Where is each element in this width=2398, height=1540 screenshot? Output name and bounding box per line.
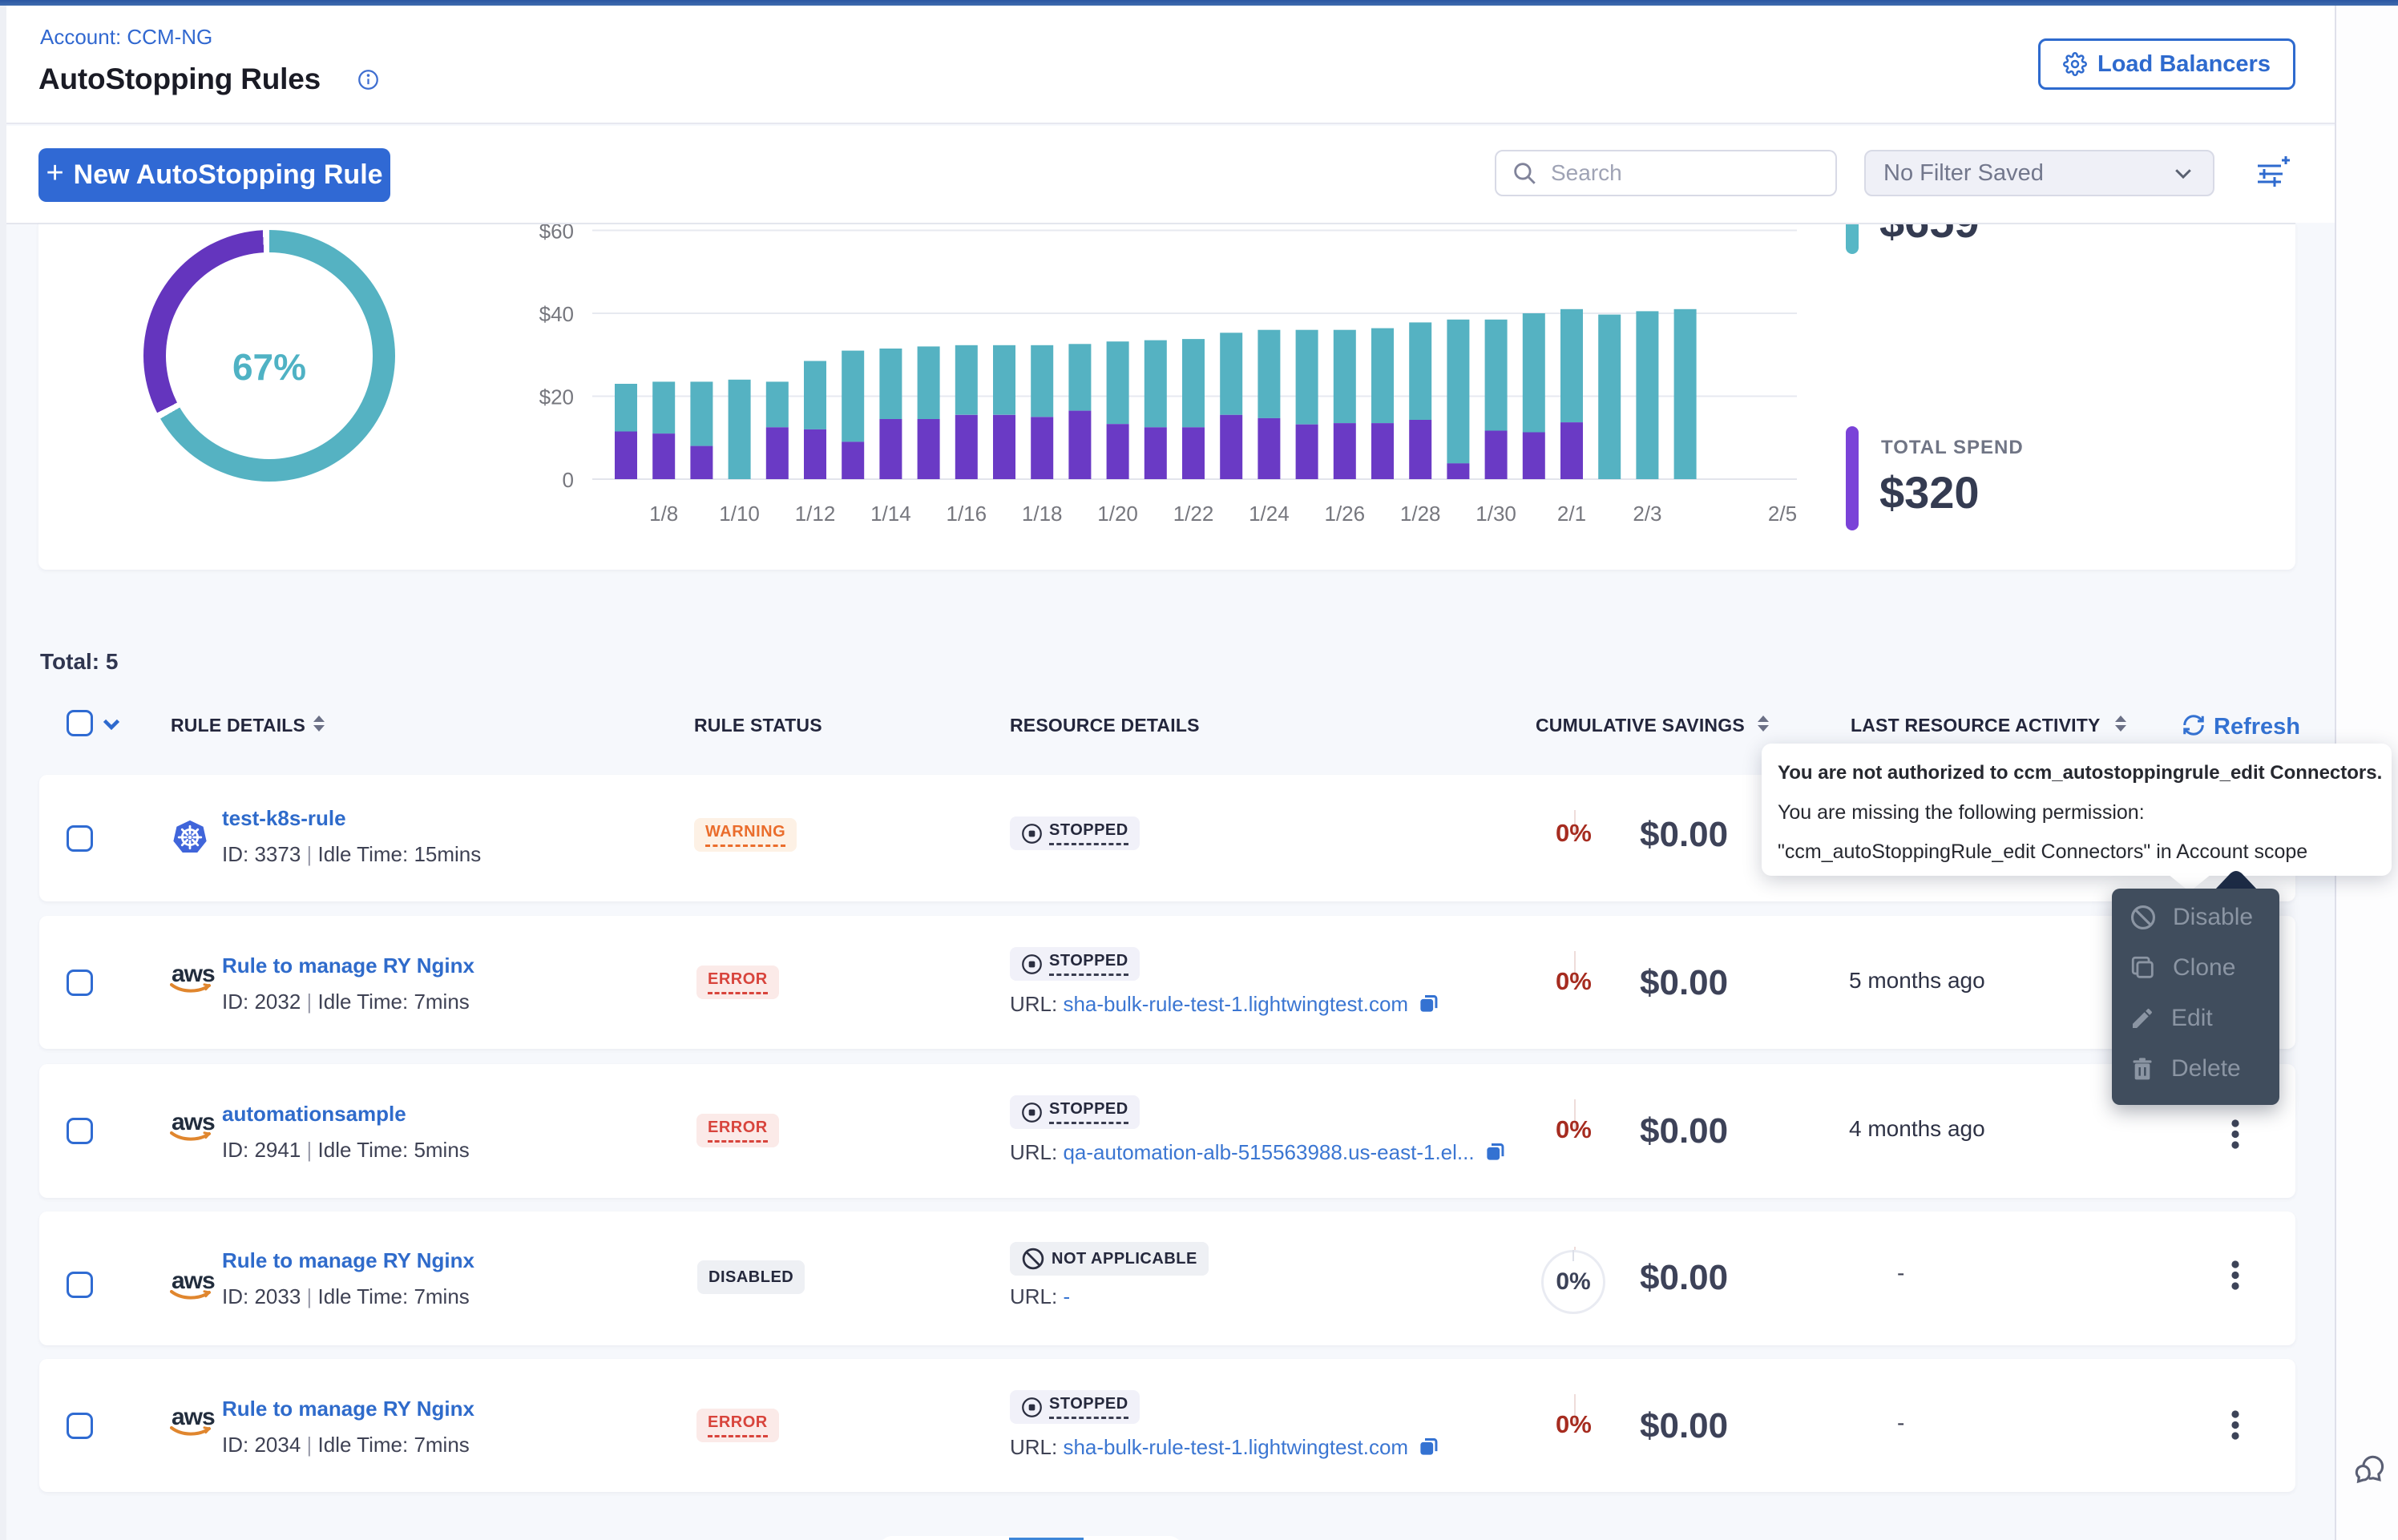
svg-text:2/5: 2/5 [1768,502,1797,526]
svg-text:2/3: 2/3 [1633,502,1661,526]
svg-text:$20: $20 [539,385,574,409]
svg-text:$60: $60 [539,224,574,244]
svg-text:1/16: 1/16 [946,502,987,526]
svg-text:1/26: 1/26 [1324,502,1365,526]
svg-text:1/14: 1/14 [870,502,911,526]
svg-text:1/30: 1/30 [1476,502,1516,526]
svg-text:$40: $40 [539,302,574,326]
svg-text:0: 0 [563,468,574,492]
svg-text:1/18: 1/18 [1022,502,1063,526]
svg-text:1/12: 1/12 [795,502,836,526]
svg-text:1/8: 1/8 [649,502,678,526]
svg-text:1/22: 1/22 [1173,502,1214,526]
svg-text:1/20: 1/20 [1097,502,1138,526]
svg-text:1/24: 1/24 [1249,502,1290,526]
svg-text:1/28: 1/28 [1400,502,1441,526]
svg-text:2/1: 2/1 [1557,502,1586,526]
svg-text:1/10: 1/10 [719,502,760,526]
